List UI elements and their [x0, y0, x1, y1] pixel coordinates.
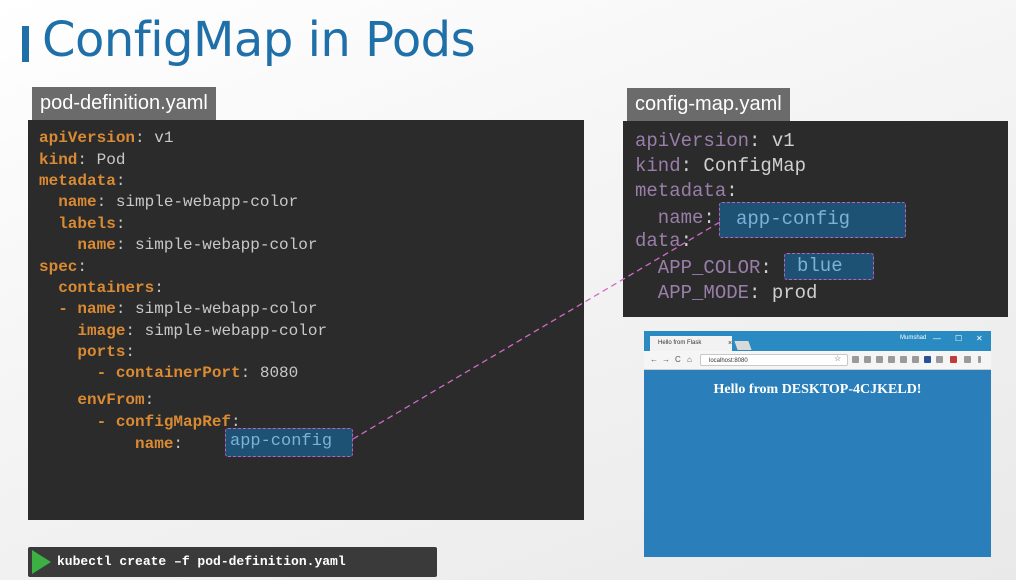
- extension-icon[interactable]: [964, 356, 971, 363]
- browser-user-name: Mumshad: [900, 335, 927, 341]
- browser-window: Hello from Flask × Mumshad — ☐ ✕ ← → C ⌂…: [644, 331, 991, 557]
- browser-menu-icon[interactable]: [978, 356, 981, 363]
- extension-icon[interactable]: [852, 356, 859, 363]
- extension-icon[interactable]: [936, 356, 943, 363]
- play-icon: [32, 550, 51, 574]
- browser-page-message: Hello from DESKTOP-4CJKELD!: [713, 382, 922, 397]
- extension-icon[interactable]: [888, 356, 895, 363]
- browser-tab[interactable]: Hello from Flask: [650, 336, 732, 351]
- extension-icon[interactable]: [950, 356, 957, 363]
- window-close-icon[interactable]: ✕: [976, 334, 983, 343]
- reload-icon[interactable]: C: [675, 355, 681, 364]
- forward-icon[interactable]: →: [662, 355, 670, 364]
- minimize-icon[interactable]: —: [933, 334, 941, 343]
- command-bar: kubectl create –f pod-definition.yaml: [28, 547, 437, 577]
- command-text: kubectl create –f pod-definition.yaml: [57, 554, 346, 569]
- tab-close-icon[interactable]: ×: [728, 336, 732, 351]
- bookmark-star-icon[interactable]: ☆: [834, 354, 841, 363]
- maximize-icon[interactable]: ☐: [955, 334, 962, 343]
- extension-icon[interactable]: [900, 356, 907, 363]
- extension-icon[interactable]: [876, 356, 883, 363]
- extension-icon[interactable]: [924, 356, 931, 363]
- address-bar[interactable]: localhost:8080: [700, 354, 848, 366]
- extension-icon[interactable]: [864, 356, 871, 363]
- home-icon[interactable]: ⌂: [687, 355, 692, 364]
- extension-icon[interactable]: [912, 356, 919, 363]
- back-icon[interactable]: ←: [650, 355, 658, 364]
- new-tab-button[interactable]: [734, 341, 752, 350]
